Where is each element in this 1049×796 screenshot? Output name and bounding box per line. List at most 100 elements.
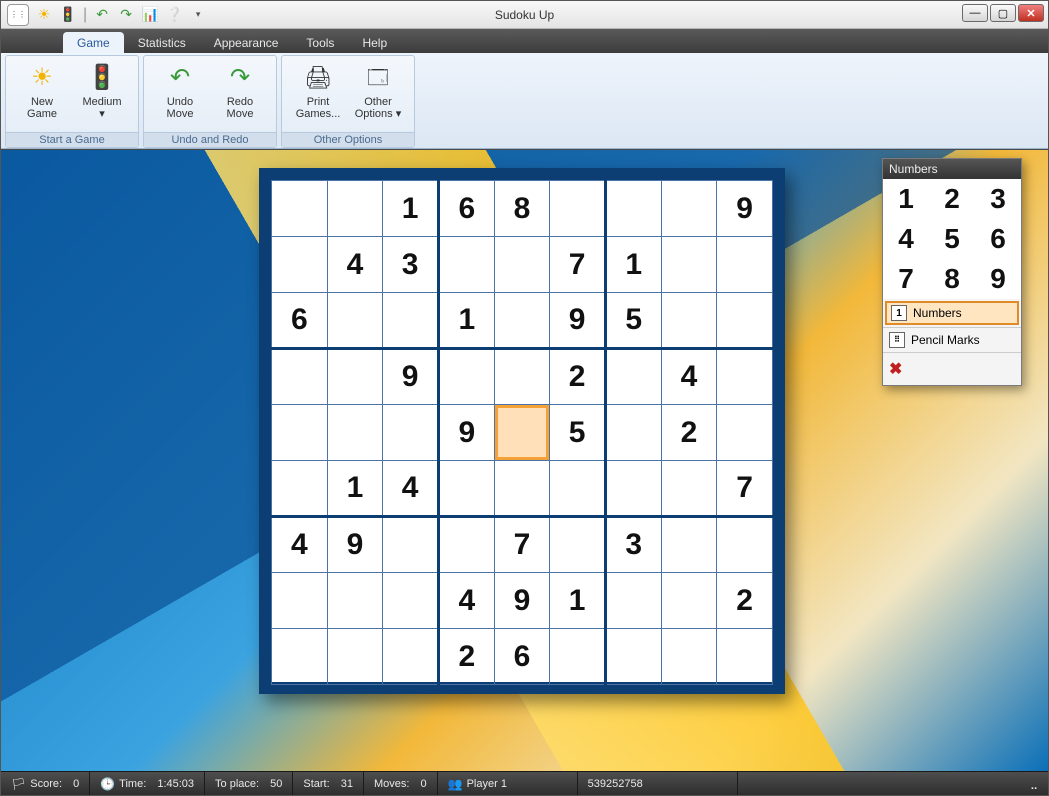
close-button[interactable]: ✕ [1018,4,1044,22]
cell-r5-c4[interactable] [494,461,550,517]
minimize-button[interactable]: — [962,4,988,22]
cell-r8-c8[interactable] [717,629,773,685]
print-button[interactable]: 🖨 Print Games... [288,60,348,132]
cell-r2-c3[interactable]: 1 [438,293,494,349]
palette-num-1[interactable]: 1 [883,179,929,219]
cell-r0-c4[interactable]: 8 [494,181,550,237]
cell-r5-c6[interactable] [605,461,661,517]
cell-r7-c7[interactable] [661,573,717,629]
status-resize-grip[interactable]: ⣀ [1020,772,1048,795]
cell-r7-c5[interactable]: 1 [550,573,606,629]
cell-r3-c5[interactable]: 2 [550,349,606,405]
cell-r5-c0[interactable] [272,461,328,517]
cell-r2-c1[interactable] [327,293,383,349]
cell-r1-c6[interactable]: 1 [605,237,661,293]
cell-r7-c3[interactable]: 4 [438,573,494,629]
cell-r6-c1[interactable]: 9 [327,517,383,573]
cell-r0-c7[interactable] [661,181,717,237]
cell-r6-c6[interactable]: 3 [605,517,661,573]
cell-r5-c2[interactable]: 4 [383,461,439,517]
cell-r7-c2[interactable] [383,573,439,629]
cell-r2-c0[interactable]: 6 [272,293,328,349]
cell-r2-c5[interactable]: 9 [550,293,606,349]
cell-r4-c8[interactable] [717,405,773,461]
cell-r1-c7[interactable] [661,237,717,293]
cell-r0-c3[interactable]: 6 [438,181,494,237]
cell-r8-c5[interactable] [550,629,606,685]
cell-r7-c6[interactable] [605,573,661,629]
cell-r0-c0[interactable] [272,181,328,237]
cell-r7-c8[interactable]: 2 [717,573,773,629]
cell-r1-c4[interactable] [494,237,550,293]
palette-num-8[interactable]: 8 [929,259,975,299]
erase-button[interactable]: ✖ [883,352,1021,385]
cell-r5-c7[interactable] [661,461,717,517]
cell-r3-c0[interactable] [272,349,328,405]
cell-r8-c7[interactable] [661,629,717,685]
palette-num-5[interactable]: 5 [929,219,975,259]
cell-r3-c4[interactable] [494,349,550,405]
cell-r4-c7[interactable]: 2 [661,405,717,461]
new-game-button[interactable]: ☀ New Game [12,60,72,132]
cell-r8-c4[interactable]: 6 [494,629,550,685]
cell-r1-c1[interactable]: 4 [327,237,383,293]
redo-icon[interactable]: ↷ [117,6,135,24]
tab-help[interactable]: Help [348,32,401,53]
cell-r4-c6[interactable] [605,405,661,461]
cell-r1-c5[interactable]: 7 [550,237,606,293]
other-options-button[interactable]: 🗔 Other Options ▾ [348,60,408,132]
cell-r7-c0[interactable] [272,573,328,629]
palette-num-6[interactable]: 6 [975,219,1021,259]
cell-r3-c1[interactable] [327,349,383,405]
tab-tools[interactable]: Tools [292,32,348,53]
cell-r1-c2[interactable]: 3 [383,237,439,293]
cell-r4-c0[interactable] [272,405,328,461]
tab-statistics[interactable]: Statistics [124,32,200,53]
cell-r2-c4[interactable] [494,293,550,349]
cell-r4-c3[interactable]: 9 [438,405,494,461]
undo-button[interactable]: ↶ Undo Move [150,60,210,132]
cell-r5-c3[interactable] [438,461,494,517]
cell-r1-c8[interactable] [717,237,773,293]
cell-r1-c3[interactable] [438,237,494,293]
cell-r3-c6[interactable] [605,349,661,405]
cell-r7-c1[interactable] [327,573,383,629]
cell-r5-c1[interactable]: 1 [327,461,383,517]
palette-num-3[interactable]: 3 [975,179,1021,219]
cell-r6-c8[interactable] [717,517,773,573]
maximize-button[interactable]: ▢ [990,4,1016,22]
cell-r6-c3[interactable] [438,517,494,573]
cell-r3-c2[interactable]: 9 [383,349,439,405]
new-game-icon[interactable]: ☀ [35,6,53,24]
app-icon[interactable]: ⋮⋮ [7,4,29,26]
cell-r8-c3[interactable]: 2 [438,629,494,685]
cell-r7-c4[interactable]: 9 [494,573,550,629]
stats-icon[interactable]: 📊 [141,6,159,24]
cell-r1-c0[interactable] [272,237,328,293]
cell-r3-c8[interactable] [717,349,773,405]
palette-num-2[interactable]: 2 [929,179,975,219]
cell-r6-c2[interactable] [383,517,439,573]
mode-numbers-button[interactable]: 1 Numbers [885,301,1019,325]
cell-r0-c2[interactable]: 1 [383,181,439,237]
cell-r6-c7[interactable] [661,517,717,573]
difficulty-button[interactable]: 🚦 Medium▾ [72,60,132,132]
cell-r2-c2[interactable] [383,293,439,349]
palette-num-4[interactable]: 4 [883,219,929,259]
cell-r0-c8[interactable]: 9 [717,181,773,237]
sudoku-grid[interactable]: 1689437161959249521474973491226 [271,180,773,685]
cell-r4-c4[interactable] [494,405,550,461]
redo-button[interactable]: ↷ Redo Move [210,60,270,132]
cell-r0-c5[interactable] [550,181,606,237]
undo-icon[interactable]: ↶ [93,6,111,24]
qat-dropdown-icon[interactable]: ▾ [189,6,207,24]
cell-r6-c5[interactable] [550,517,606,573]
cell-r6-c4[interactable]: 7 [494,517,550,573]
palette-num-7[interactable]: 7 [883,259,929,299]
tab-appearance[interactable]: Appearance [200,32,293,53]
cell-r4-c2[interactable] [383,405,439,461]
cell-r4-c5[interactable]: 5 [550,405,606,461]
cell-r3-c7[interactable]: 4 [661,349,717,405]
cell-r2-c6[interactable]: 5 [605,293,661,349]
help-icon[interactable]: ❔ [165,6,183,24]
